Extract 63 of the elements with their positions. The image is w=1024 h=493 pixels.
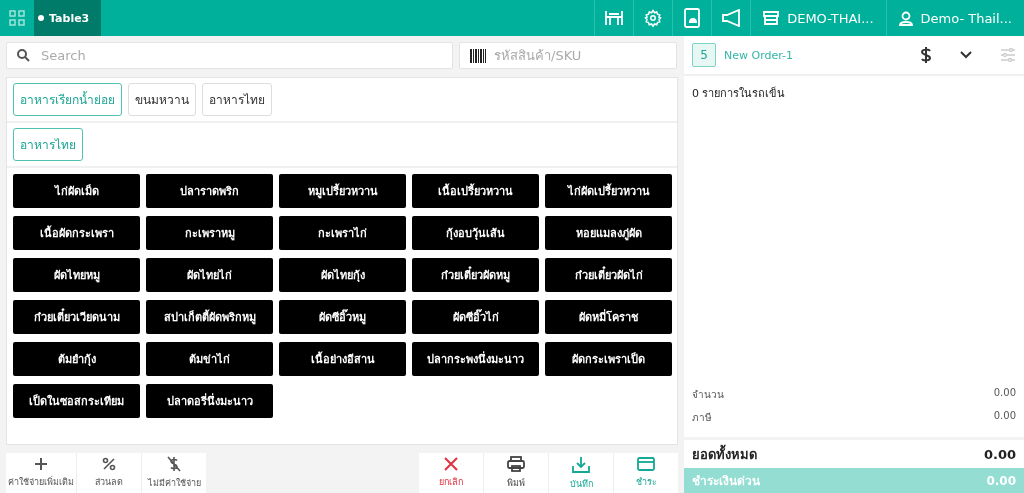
store-icon [763, 11, 780, 25]
product-button[interactable]: ผัดหมี่โคราช [545, 300, 672, 334]
product-button[interactable]: ปลากระพงนึ่งมะนาว [412, 342, 539, 376]
megaphone-icon[interactable] [721, 9, 742, 27]
printer-icon [507, 456, 525, 472]
product-button[interactable]: เป็ดในซอสกระเทียม [13, 384, 140, 418]
product-button[interactable]: กุ้งอบวุ้นเส้น [412, 216, 539, 250]
summary-label: จำนวน [692, 388, 724, 402]
download-icon [572, 455, 590, 473]
product-button[interactable]: ต้มยำกุ้ง [13, 342, 140, 376]
product-button[interactable]: ไก่ผัดเม็ด [13, 174, 140, 208]
plus-icon [34, 457, 48, 471]
product-button[interactable]: หอยแมลงภู่ผัด [545, 216, 672, 250]
category-chip[interactable]: อาหารไทย [202, 83, 272, 116]
sku-field[interactable]: รหัสสินค้า/SKU [459, 42, 677, 69]
product-button[interactable]: ไก่ผัดเปรี้ยวหวาน [545, 174, 672, 208]
percent-icon [102, 457, 116, 471]
product-button[interactable]: เนื้อผัดกระเพรา [13, 216, 140, 250]
plus-button[interactable]: ค่าใช้จ่ายเพิ่มเติม [6, 453, 76, 493]
product-button[interactable]: ก๋วยเตี๋ยวเวียดนาม [13, 300, 140, 334]
table-tab[interactable]: Table3 [34, 0, 102, 36]
product-button[interactable]: ผัดกระเพราเป็ด [545, 342, 672, 376]
product-button[interactable]: ผัดไทยไก่ [146, 258, 273, 292]
product-button[interactable]: เนื้อย่างอีสาน [279, 342, 406, 376]
product-button[interactable]: ปลาดอรี่นึ่งมะนาว [146, 384, 273, 418]
product-button[interactable]: ก๋วยเตี๋ยวผัดไก่ [545, 258, 672, 292]
settings-icon[interactable] [644, 9, 663, 27]
cancel-button[interactable]: ยกเลิก [419, 453, 483, 493]
product-button[interactable]: ผัดไทยกุ้ง [279, 258, 406, 292]
search-field[interactable]: Search [6, 42, 453, 69]
summary-label: ภาษี [692, 411, 712, 425]
nocharge-button[interactable]: ไม่มีค่าใช้จ่าย [142, 453, 206, 493]
product-button[interactable]: ผัดซีอิ๊วหมู [279, 300, 406, 334]
user-icon [898, 10, 913, 26]
search-icon [17, 49, 30, 62]
grid-menu-icon[interactable] [9, 10, 25, 26]
dollar-icon[interactable] [920, 46, 932, 64]
total-value: 0.00 [983, 446, 1016, 462]
summary-value: 0.00 [993, 410, 1016, 423]
product-button[interactable]: เนื้อเปรี้ยวหวาน [412, 174, 539, 208]
table-icon[interactable] [604, 9, 625, 27]
phone-bell-icon[interactable] [684, 8, 701, 28]
no-dollar-icon [167, 456, 181, 472]
percent-button[interactable]: ส่วนลด [77, 453, 141, 493]
total-label: ยอดทั้งหมด [692, 443, 757, 464]
close-icon [444, 457, 458, 471]
product-button[interactable]: ต้มข่าไก่ [146, 342, 273, 376]
chevron-down-icon[interactable] [960, 51, 972, 59]
card-icon [637, 457, 655, 471]
product-button[interactable]: สปาเก็ตตี้ผัดพริกหมู [146, 300, 273, 334]
category-chip[interactable]: ขนมหวาน [128, 83, 196, 116]
product-button[interactable]: ปลาราดพริก [146, 174, 273, 208]
product-button[interactable]: กะเพราหมู [146, 216, 273, 250]
product-button[interactable]: ผัดไทยหมู [13, 258, 140, 292]
print-button[interactable]: พิมพ์ [484, 453, 548, 493]
barcode-icon [470, 49, 486, 63]
cart-summary: 0 รายการในรถเข็น [692, 87, 786, 100]
summary-value: 0.00 [993, 387, 1016, 400]
sliders-icon[interactable] [1000, 48, 1016, 62]
product-button[interactable]: ผัดซีอิ๊วไก่ [412, 300, 539, 334]
product-button[interactable]: ก๋วยเตี๋ยวผัดหมู [412, 258, 539, 292]
product-button[interactable]: หมูเปรี้ยวหวาน [279, 174, 406, 208]
product-button[interactable]: กะเพราไก่ [279, 216, 406, 250]
